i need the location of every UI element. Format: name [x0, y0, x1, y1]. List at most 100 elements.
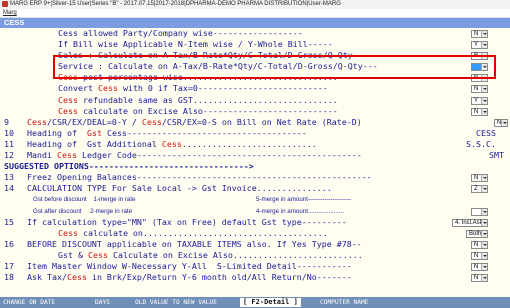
leader-dots: ----------------------------------------…: [136, 172, 372, 183]
value-select[interactable]: N: [471, 107, 488, 116]
legend-text: 5-merge in amount---------------------: [256, 196, 352, 204]
setting-label: /CSR/EX/DEAL=0-Y /: [46, 116, 142, 127]
cess-keyword: Cess: [66, 272, 87, 283]
chevron-down-icon: [481, 241, 487, 248]
chevron-down-icon: [481, 31, 487, 37]
chevron-down-icon: [481, 263, 487, 270]
legend-text: 4-merge in amount.....................: [256, 207, 345, 215]
value-select[interactable]: N: [471, 85, 488, 94]
setting-label: Heading of: [27, 127, 87, 138]
value-select[interactable]: N: [494, 118, 508, 127]
calc-type-legend-row-1: Gst before discount 1-merge in rate 5-me…: [0, 194, 510, 205]
setting-row-16: 16 BEFORE DISCOUNT applicable on TAXABLE…: [0, 239, 510, 250]
calc-type-legend-row-2: Gst after discount 2-merge in rate 4-mer…: [0, 206, 510, 217]
setting-number: 15: [4, 216, 14, 227]
setting-row-15: 15 If calculation type="MN" (Tax on Free…: [0, 217, 510, 228]
cess-keyword: Cess: [141, 116, 162, 127]
setting-row-cess-calculate-on: Cess calculate on.......................…: [0, 228, 510, 239]
menu-bar: Marg: [0, 9, 510, 18]
setting-label: calculate on Excise Also: [77, 105, 203, 116]
setting-number: 17: [4, 260, 14, 271]
leader-dots: ---------------------------: [202, 105, 338, 116]
setting-label: /CSR/EX=0-S on Bill on Net Rate (Rate-D): [161, 116, 362, 127]
setting-label: Mandi: [27, 150, 57, 161]
setting-label: Gst &: [58, 249, 88, 260]
chevron-down-icon: [481, 86, 487, 93]
panel-title: CESS: [0, 18, 510, 28]
setting-row-bill-wise: If Bill wise Applicable N-Item wise / Y-…: [0, 39, 510, 50]
setting-row-cess-excise: Cess calculate on Excise Also-----------…: [0, 106, 510, 117]
status-days: DAYS: [95, 299, 110, 306]
setting-number: 10: [4, 127, 14, 138]
leader-dots: ..........................: [232, 249, 363, 260]
leader-dots: ...............: [256, 183, 332, 194]
chevron-down-icon: [481, 42, 487, 49]
value-select[interactable]: Y: [471, 96, 488, 105]
setting-label: BEFORE DISCOUNT applicable on TAXABLE IT…: [27, 238, 362, 249]
value-select[interactable]: N: [471, 240, 488, 249]
setting-number: 12: [4, 150, 14, 161]
setting-row-17: 17 Item Master Window W-Necessary Y-All …: [0, 261, 510, 272]
setting-row-18: 18 Ask Tax/Cess in Brk/Exp/Return Y-6 mo…: [0, 272, 510, 283]
setting-label: Cess: [101, 127, 127, 138]
cess-keyword: Cess: [58, 227, 78, 238]
value-select[interactable]: [471, 207, 488, 216]
setting-value-text[interactable]: S.S.C.: [466, 139, 496, 150]
cess-keyword: Cess: [56, 150, 77, 161]
window-title: MARG ERP 9+|Silver-15 User|Series "B" - …: [10, 1, 341, 7]
app-icon: [2, 1, 8, 7]
setting-row-cess-party-company: Cess allowed Party/Company wise---------…: [0, 28, 510, 39]
chevron-down-icon: [481, 208, 487, 215]
value-select[interactable]: Z: [471, 185, 488, 194]
setting-label: in Brk/Exp/Return Y-6 month old/All Retu…: [86, 272, 317, 283]
value-select[interactable]: N: [471, 251, 488, 260]
legend-text: Gst before discount 1-merge in rate: [33, 196, 136, 204]
setting-value-text[interactable]: CESS: [476, 128, 496, 139]
suggested-options-header: SUGGESTED OPTIONS-----------------------…: [0, 161, 510, 172]
setting-row-11: 11 Heading of Gst Additional Cess.......…: [0, 139, 510, 150]
value-select[interactable]: 4. Incl.Ask: [452, 218, 488, 227]
leader-dots: ---------: [301, 216, 347, 227]
leader-dots: ------------------: [212, 28, 303, 38]
value-select[interactable]: Y: [471, 41, 488, 50]
setting-value-text[interactable]: SMT: [489, 150, 504, 161]
value-select[interactable]: Both: [466, 229, 488, 238]
window-title-bar: MARG ERP 9+|Silver-15 User|Series "B" - …: [0, 0, 510, 9]
value-select[interactable]: N: [471, 174, 488, 183]
setting-label: with 0 if Tax=0: [117, 83, 198, 94]
value-select[interactable]: N: [471, 30, 488, 38]
leader-dots: -----: [307, 39, 333, 50]
status-bar: CHANGE ON DATE DAYS OLD VALUE TO NEW VAL…: [0, 297, 510, 308]
setting-number: 16: [4, 238, 14, 249]
setting-number: 14: [4, 183, 14, 194]
f2-detail-button[interactable]: [ F2-Detail ]: [240, 298, 301, 307]
leader-dots: .....................................: [142, 227, 328, 238]
highlight-box: [53, 55, 496, 79]
setting-number: 13: [4, 172, 14, 183]
leader-dots: .............................: [192, 94, 338, 105]
setting-label: Cess allowed Party/Company wise: [58, 28, 213, 38]
setting-label: Freez Opening Balances: [27, 172, 137, 183]
menu-item-marg[interactable]: Marg: [3, 10, 17, 16]
setting-label: calculate on: [77, 227, 143, 238]
status-computer-name: COMPUTER NAME: [320, 299, 369, 306]
chevron-down-icon: [481, 108, 487, 115]
value-select[interactable]: N: [471, 274, 488, 283]
chevron-down-icon: [481, 186, 487, 193]
setting-row-9: 9 Cess/CSR/EX/DEAL=0-Y / Cess/CSR/EX=0-S…: [0, 117, 510, 128]
chevron-down-icon: [481, 175, 487, 182]
cess-keyword: Cess: [97, 83, 118, 94]
setting-label: Ledger Code: [76, 150, 137, 161]
legend-text: Gst after discount 2-merge in rate: [33, 207, 133, 215]
status-old-new-value: OLD VALUE TO NEW VALUE: [135, 299, 217, 306]
setting-label: Ask Tax/: [27, 272, 67, 283]
cess-keyword: Cess: [58, 94, 78, 105]
chevron-down-icon: [481, 97, 487, 104]
setting-row-13: 13 Freez Opening Balances---------------…: [0, 172, 510, 183]
chevron-down-icon: [501, 119, 507, 126]
setting-label: If Bill wise Applicable N-Item wise / Y-…: [58, 39, 308, 50]
setting-row-12: 12 Mandi Cess Ledger Code---------------…: [0, 150, 510, 161]
leader-dots: ...........................: [181, 138, 317, 149]
cess-keyword: Gst: [86, 127, 102, 138]
value-select[interactable]: N: [471, 262, 488, 271]
